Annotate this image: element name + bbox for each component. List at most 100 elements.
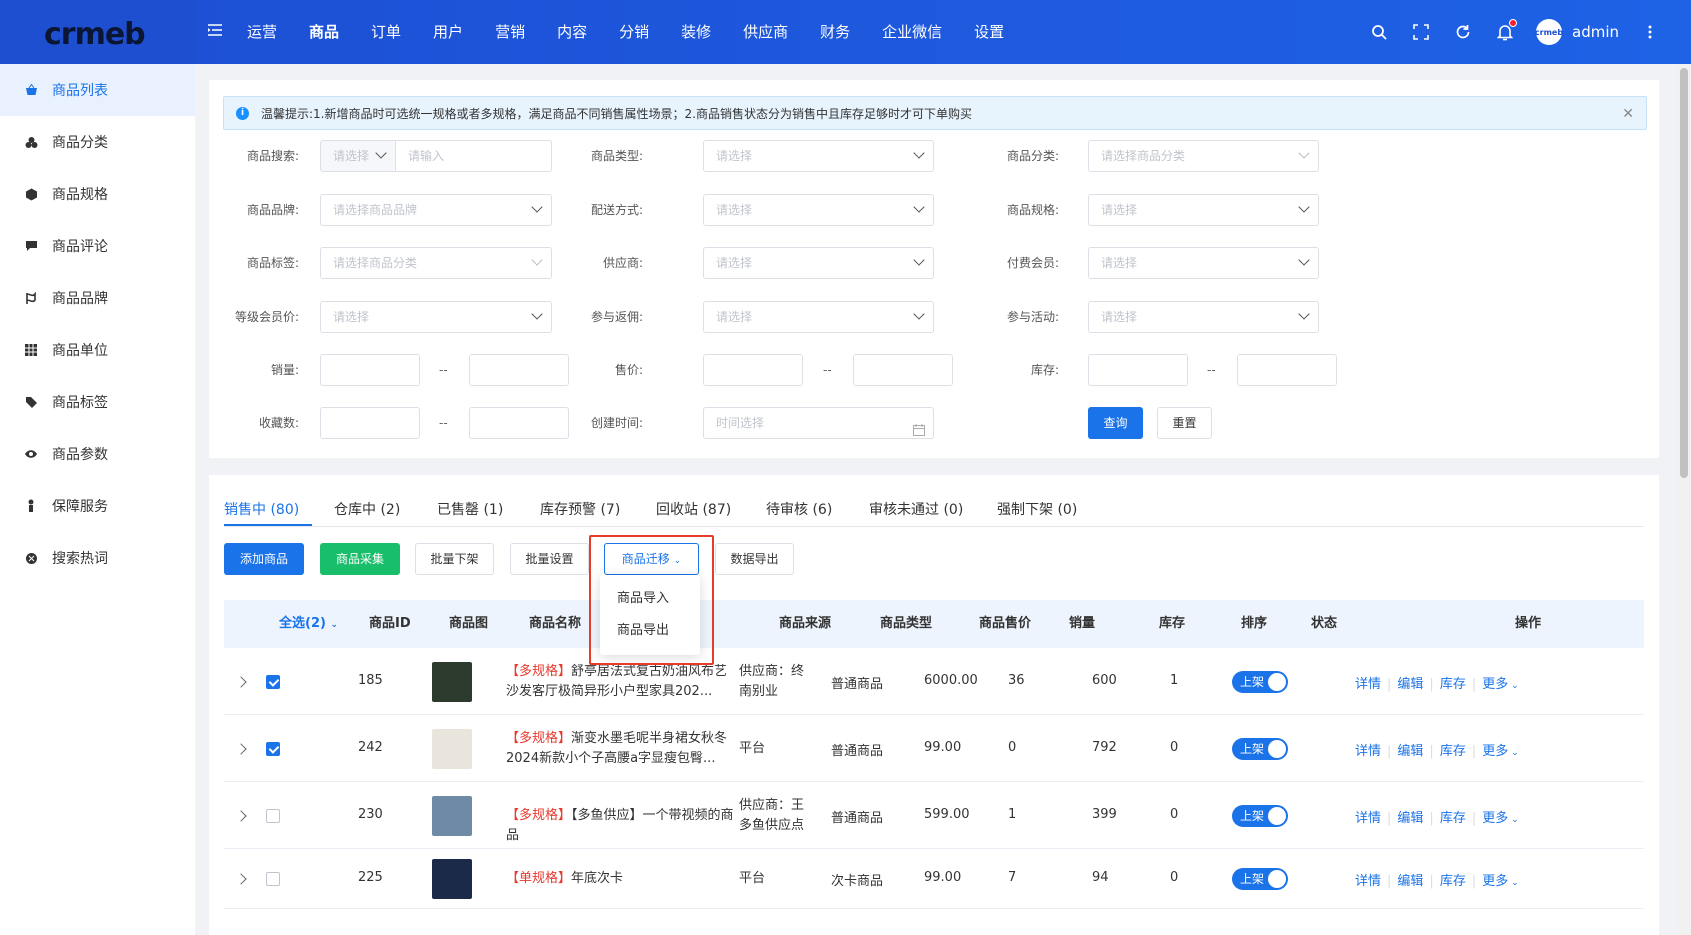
detail-link[interactable]: 详情 [1355,811,1381,826]
more-dropdown[interactable]: 更多 ⌄ [1482,677,1518,692]
product-name[interactable]: 【多规格】渐变水墨毛呢半身裙女秋冬2024新款小个子高腰a字显瘦包臀... [506,729,738,769]
tab-0[interactable]: 销售中 (80) [224,499,299,519]
tab-5[interactable]: 待审核 (6) [766,499,832,519]
reset-button[interactable]: 重置 [1157,407,1212,439]
more-dropdown[interactable]: 更多 ⌄ [1482,744,1518,759]
detail-link[interactable]: 详情 [1355,677,1381,692]
batch-off-button[interactable]: 批量下架 [415,543,494,575]
detail-link[interactable]: 详情 [1355,744,1381,759]
more-vertical-icon[interactable] [1639,21,1661,43]
sidebar-item-5[interactable]: 商品单位 [0,324,195,376]
select-all-dropdown[interactable]: 全选(2) ⌄ [279,600,338,649]
fullscreen-icon[interactable] [1410,21,1432,43]
nav-item-8[interactable]: 供应商 [743,0,788,64]
sidebar-item-4[interactable]: 商品品牌 [0,272,195,324]
collect-min-input[interactable] [320,407,420,439]
row-checkbox[interactable] [266,674,280,689]
more-dropdown[interactable]: 更多 ⌄ [1482,811,1518,826]
batch-set-button[interactable]: 批量设置 [510,543,589,575]
product-name[interactable]: 【多规格】【多鱼供应】一个带视频的商品 [506,806,738,846]
nav-item-10[interactable]: 企业微信 [882,0,942,64]
stock-max-input[interactable] [1237,354,1337,386]
page-scrollbar[interactable] [1677,64,1691,935]
search-type-select[interactable]: 请选择 [320,140,396,172]
level-select[interactable]: 请选择 [320,301,552,333]
supplier-select[interactable]: 请选择 [703,247,934,279]
query-button[interactable]: 查询 [1088,407,1143,439]
tab-4[interactable]: 回收站 (87) [656,499,731,519]
edit-link[interactable]: 编辑 [1397,811,1423,826]
sidebar-item-0[interactable]: 商品列表 [0,64,195,116]
product-image[interactable] [432,859,472,899]
expand-icon[interactable] [235,742,247,755]
expand-icon[interactable] [235,675,247,688]
sidebar-item-6[interactable]: 商品标签 [0,376,195,428]
tab-1[interactable]: 仓库中 (2) [334,499,400,519]
product-image[interactable] [432,728,472,769]
stock-min-input[interactable] [1088,354,1188,386]
nav-item-0[interactable]: 运营 [247,0,277,64]
rebate-select[interactable]: 请选择 [703,301,934,333]
collect-product-button[interactable]: 商品采集 [320,543,400,575]
edit-link[interactable]: 编辑 [1397,874,1423,889]
search-input[interactable]: 请输入 [395,140,552,172]
spec-select[interactable]: 请选择 [1088,194,1319,226]
status-switch[interactable]: 上架 [1232,737,1288,760]
nav-item-3[interactable]: 用户 [433,0,463,64]
expand-icon[interactable] [235,873,247,885]
delivery-select[interactable]: 请选择 [703,194,934,226]
sales-min-input[interactable] [320,354,420,386]
export-button[interactable]: 数据导出 [715,543,794,575]
add-product-button[interactable]: 添加商品 [224,543,304,575]
nav-item-1[interactable]: 商品 [309,0,339,64]
tag-select[interactable]: 请选择商品分类 [320,247,552,279]
search-icon[interactable] [1368,21,1390,43]
row-checkbox[interactable] [266,741,280,756]
stock-link[interactable]: 库存 [1440,874,1466,889]
stock-link[interactable]: 库存 [1440,677,1466,692]
refresh-icon[interactable] [1452,21,1474,43]
product-image[interactable] [432,661,472,702]
category-select[interactable]: 请选择商品分类 [1088,140,1319,172]
sidebar-item-2[interactable]: 商品规格 [0,168,195,220]
expand-icon[interactable] [235,809,247,822]
status-switch[interactable]: 上架 [1232,670,1288,693]
sidebar-item-8[interactable]: 保障服务 [0,480,195,532]
price-min-input[interactable] [703,354,803,386]
tab-3[interactable]: 库存预警 (7) [540,499,620,519]
sidebar-item-1[interactable]: 商品分类 [0,116,195,168]
product-name[interactable]: 【多规格】舒亭居法式复古奶油风布艺沙发客厅极简异形小户型家具202... [506,662,738,702]
nav-item-11[interactable]: 设置 [974,0,1004,64]
status-switch[interactable]: 上架 [1232,868,1288,890]
brand-select[interactable]: 请选择商品品牌 [320,194,552,226]
close-icon[interactable]: ✕ [1622,106,1634,122]
type-select[interactable]: 请选择 [703,140,934,172]
scrollbar-thumb[interactable] [1680,68,1688,478]
nav-item-2[interactable]: 订单 [371,0,401,64]
sidebar-item-9[interactable]: 搜索热词 [0,532,195,584]
avatar[interactable]: crmeb [1535,19,1563,45]
activity-select[interactable]: 请选择 [1088,301,1319,333]
bell-icon[interactable] [1494,19,1517,43]
detail-link[interactable]: 详情 [1355,874,1381,889]
price-max-input[interactable] [853,354,953,386]
tab-7[interactable]: 强制下架 (0) [997,499,1077,519]
sidebar-item-3[interactable]: 商品评论 [0,220,195,272]
nav-item-7[interactable]: 装修 [681,0,711,64]
status-switch[interactable]: 上架 [1232,804,1288,827]
nav-item-5[interactable]: 内容 [557,0,587,64]
stock-link[interactable]: 库存 [1440,811,1466,826]
row-checkbox[interactable] [266,808,280,823]
user-name[interactable]: admin [1572,23,1619,41]
edit-link[interactable]: 编辑 [1397,677,1423,692]
row-checkbox[interactable] [266,872,280,886]
stock-link[interactable]: 库存 [1440,744,1466,759]
edit-link[interactable]: 编辑 [1397,744,1423,759]
more-dropdown[interactable]: 更多 ⌄ [1482,874,1518,889]
date-picker[interactable]: 时间选择 [703,407,934,439]
nav-item-9[interactable]: 财务 [820,0,850,64]
sidebar-item-7[interactable]: 商品参数 [0,428,195,480]
product-image[interactable] [432,795,472,836]
nav-item-6[interactable]: 分销 [619,0,649,64]
nav-item-4[interactable]: 营销 [495,0,525,64]
